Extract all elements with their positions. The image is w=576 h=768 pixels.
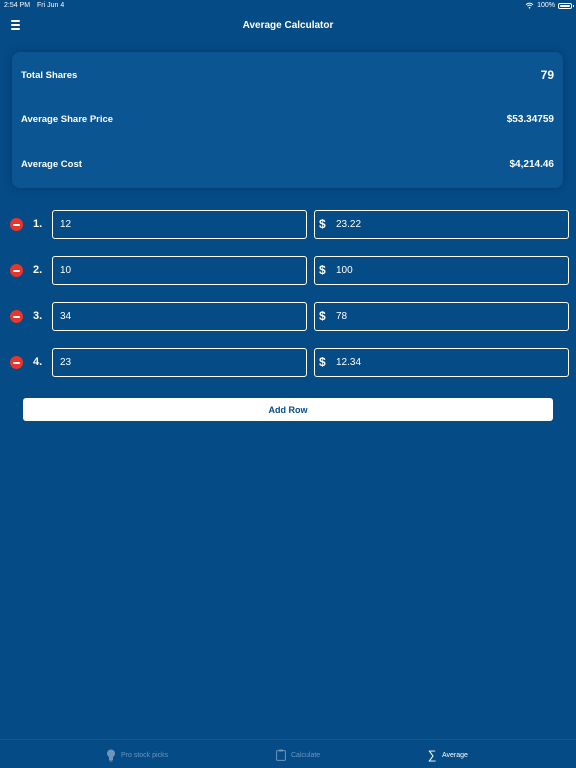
shares-input[interactable]: 12 [52,210,307,239]
summary-row-average-share-price: Average Share Price $53.34759 [21,114,554,125]
dollar-sign: $ [319,355,326,369]
summary-row-average-cost: Average Cost $4,214.46 [21,159,554,170]
summary-row-total-shares: Total Shares 79 [21,68,554,82]
tab-calculate[interactable]: Calculate [276,749,320,761]
row-index: 1. [33,218,43,230]
nav-bar: Average Calculator [0,12,576,42]
page-title: Average Calculator [242,20,334,31]
dollar-sign: $ [319,217,326,231]
entry-row: 1. 12 $ 23.22 [0,210,576,240]
price-input[interactable]: $ 78 [314,302,569,331]
status-bar: 2:54 PM Fri Jun 4 100% [0,0,576,12]
remove-row-button[interactable] [10,218,23,231]
tab-label: Pro stock picks [121,751,169,759]
remove-row-button[interactable] [10,310,23,323]
status-time: 2:54 PM [4,2,31,9]
minus-icon [13,223,20,226]
add-row-button[interactable]: Add Row [23,398,553,421]
summary-label: Total Shares [21,69,78,81]
price-value: 78 [336,311,348,322]
tab-label: Calculate [291,751,321,759]
summary-label: Average Share Price [21,114,114,125]
entry-row: 2. 10 $ 100 [0,256,576,286]
dollar-sign: $ [319,309,326,323]
summary-value: $4,214.46 [509,159,555,170]
price-value: 23.22 [336,219,362,230]
summary-value: 79 [540,68,554,82]
remove-row-button[interactable] [10,356,23,369]
wifi-icon [525,2,534,9]
tab-pro-stock-picks[interactable]: Pro stock picks [106,749,168,761]
dollar-sign: $ [319,263,326,277]
summary-value: $53.34759 [506,114,554,125]
price-input[interactable]: $ 12.34 [314,348,569,377]
status-right: 100% [525,2,574,9]
sigma-icon: ∑ [427,748,437,762]
remove-row-button[interactable] [10,264,23,277]
minus-icon [13,269,20,272]
shares-input[interactable]: 10 [52,256,307,285]
battery-icon [558,2,574,9]
tab-label: Average [442,751,468,759]
shares-value: 23 [60,357,72,368]
tab-average[interactable]: ∑ Average [427,748,468,762]
row-index: 2. [33,264,43,276]
tab-bar: Pro stock picks Calculate ∑ Average [0,739,576,768]
price-value: 100 [336,265,353,276]
summary-card: Total Shares 79 Average Share Price $53.… [12,52,563,188]
minus-icon [13,361,20,364]
shares-input[interactable]: 23 [52,348,307,377]
price-input[interactable]: $ 23.22 [314,210,569,239]
shares-value: 34 [60,311,72,322]
shares-value: 12 [60,219,72,230]
status-date: Fri Jun 4 [37,2,65,9]
shares-input[interactable]: 34 [52,302,307,331]
entry-row: 3. 34 $ 78 [0,302,576,332]
lightbulb-icon [106,749,116,761]
summary-label: Average Cost [21,159,82,170]
clipboard-icon [276,749,286,761]
price-value: 12.34 [336,357,362,368]
row-index: 4. [33,356,43,368]
shares-value: 10 [60,265,72,276]
screen: 2:54 PM Fri Jun 4 100% Average Calculato… [0,0,576,768]
minus-icon [13,315,20,318]
entry-row: 4. 23 $ 12.34 [0,348,576,378]
row-index: 3. [33,310,43,322]
price-input[interactable]: $ 100 [314,256,569,285]
battery-percent: 100% [537,2,555,9]
